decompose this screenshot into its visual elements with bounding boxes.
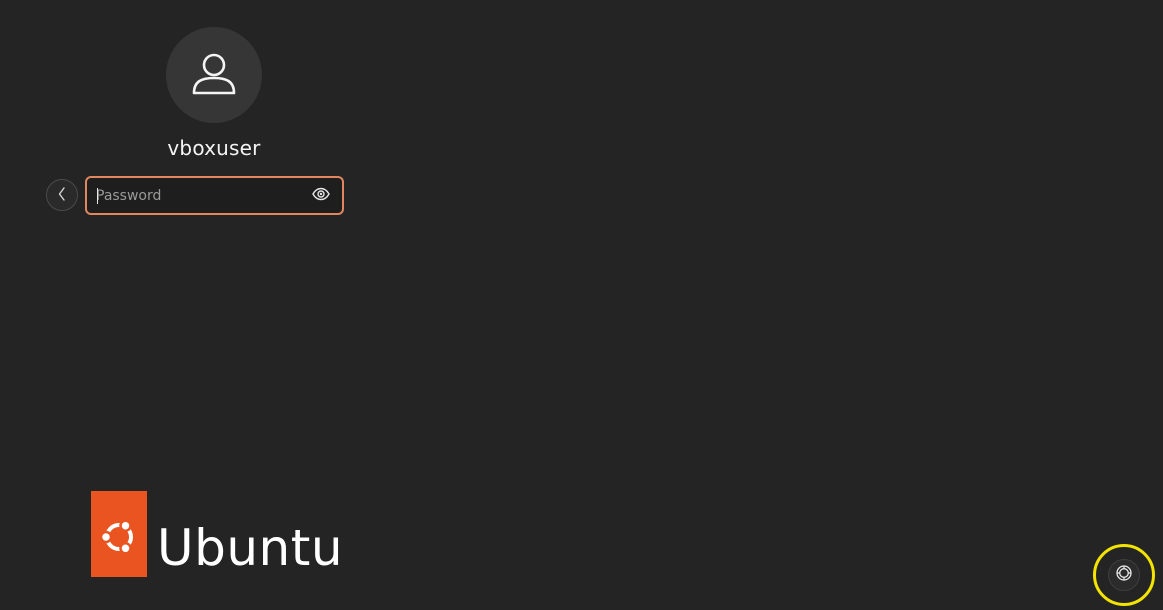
user-avatar[interactable] xyxy=(166,27,262,123)
ubuntu-badge xyxy=(91,491,147,577)
ubuntu-logo: Ubuntu xyxy=(91,491,343,577)
password-input[interactable] xyxy=(87,178,306,213)
eye-icon xyxy=(312,186,330,205)
accessibility-icon xyxy=(1115,564,1133,586)
accessibility-button[interactable] xyxy=(1108,559,1140,591)
reveal-password-button[interactable] xyxy=(306,181,336,211)
username-label: vboxuser xyxy=(167,136,261,160)
ubuntu-wordmark: Ubuntu xyxy=(157,519,344,577)
back-button[interactable] xyxy=(46,179,78,211)
text-cursor xyxy=(97,188,98,204)
highlight-ring xyxy=(1093,544,1155,606)
chevron-left-icon xyxy=(57,186,67,205)
login-screen: vboxuser Ubuntu xyxy=(0,0,1163,610)
password-field[interactable] xyxy=(85,176,344,215)
user-icon xyxy=(188,47,240,103)
circle-of-friends-icon xyxy=(97,515,141,563)
